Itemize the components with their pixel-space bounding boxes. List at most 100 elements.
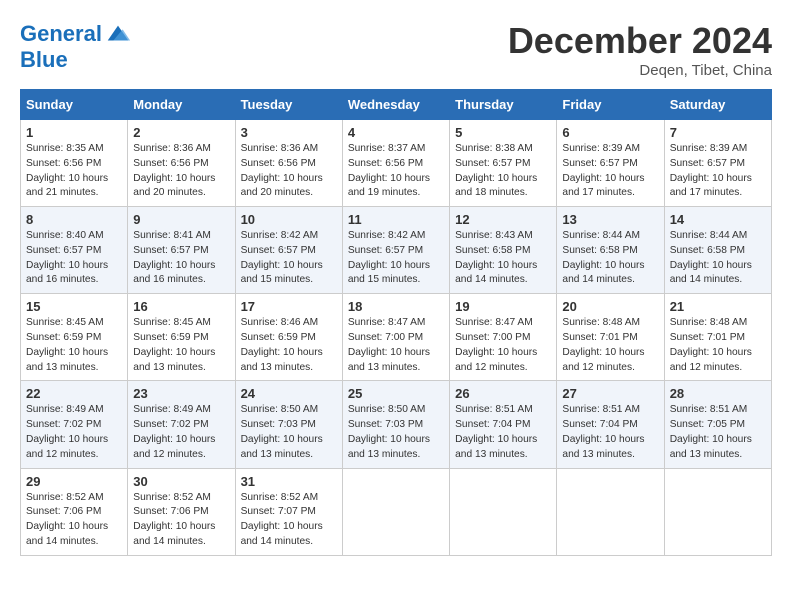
- logo: General Blue: [20, 20, 132, 72]
- calendar-cell: 2 Sunrise: 8:36 AMSunset: 6:56 PMDaylight…: [128, 120, 235, 207]
- cell-info: Sunrise: 8:44 AMSunset: 6:58 PMDaylight:…: [562, 229, 658, 288]
- cell-info: Sunrise: 8:52 AMSunset: 7:06 PMDaylight:…: [133, 491, 229, 550]
- cell-info: Sunrise: 8:48 AMSunset: 7:01 PMDaylight:…: [562, 316, 658, 375]
- cell-info: Sunrise: 8:47 AMSunset: 7:00 PMDaylight:…: [455, 316, 551, 375]
- calendar-table: SundayMondayTuesdayWednesdayThursdayFrid…: [20, 89, 772, 556]
- cell-info: Sunrise: 8:43 AMSunset: 6:58 PMDaylight:…: [455, 229, 551, 288]
- calendar-cell: 27Sunrise: 8:51 AMSunset: 7:04 PMDayligh…: [557, 381, 664, 468]
- day-number: 16: [133, 299, 229, 314]
- day-number: 22: [26, 386, 122, 401]
- cell-info: Sunrise: 8:38 AMSunset: 6:57 PMDaylight:…: [455, 142, 551, 201]
- day-number: 28: [670, 386, 766, 401]
- calendar-cell: 10 Sunrise: 8:42 AMSunset: 6:57 PMDayligh…: [235, 207, 342, 294]
- cell-info: Sunrise: 8:48 AMSunset: 7:01 PMDaylight:…: [670, 316, 766, 375]
- day-number: 3: [241, 125, 337, 140]
- calendar-cell: 17 Sunrise: 8:46 AMSunset: 6:59 PMDayligh…: [235, 294, 342, 381]
- weekday-header: Sunday: [21, 90, 128, 120]
- calendar-cell: 8 Sunrise: 8:40 AMSunset: 6:57 PMDaylight…: [21, 207, 128, 294]
- calendar-cell: 25 Sunrise: 8:50 AMSunset: 7:03 PMDayligh…: [342, 381, 449, 468]
- calendar-week-row: 8 Sunrise: 8:40 AMSunset: 6:57 PMDaylight…: [21, 207, 772, 294]
- day-number: 29: [26, 474, 122, 489]
- day-number: 5: [455, 125, 551, 140]
- calendar-cell: 23Sunrise: 8:49 AMSunset: 7:02 PMDayligh…: [128, 381, 235, 468]
- cell-info: Sunrise: 8:50 AMSunset: 7:03 PMDaylight:…: [241, 403, 337, 462]
- day-number: 2: [133, 125, 229, 140]
- calendar-week-row: 29 Sunrise: 8:52 AMSunset: 7:06 PMDayligh…: [21, 468, 772, 555]
- calendar-week-row: 15Sunrise: 8:45 AMSunset: 6:59 PMDayligh…: [21, 294, 772, 381]
- cell-info: Sunrise: 8:52 AMSunset: 7:07 PMDaylight:…: [241, 491, 337, 550]
- day-number: 31: [241, 474, 337, 489]
- calendar-cell: 1 Sunrise: 8:35 AMSunset: 6:56 PMDaylight…: [21, 120, 128, 207]
- weekday-header: Saturday: [664, 90, 771, 120]
- day-number: 1: [26, 125, 122, 140]
- calendar-cell: 26 Sunrise: 8:51 AMSunset: 7:04 PMDayligh…: [450, 381, 557, 468]
- day-number: 14: [670, 212, 766, 227]
- day-number: 20: [562, 299, 658, 314]
- day-number: 30: [133, 474, 229, 489]
- day-number: 26: [455, 386, 551, 401]
- cell-info: Sunrise: 8:42 AMSunset: 6:57 PMDaylight:…: [348, 229, 444, 288]
- day-number: 11: [348, 212, 444, 227]
- day-number: 23: [133, 386, 229, 401]
- logo-text: General: [20, 22, 102, 46]
- calendar-week-row: 1 Sunrise: 8:35 AMSunset: 6:56 PMDaylight…: [21, 120, 772, 207]
- calendar-cell: 20 Sunrise: 8:48 AMSunset: 7:01 PMDayligh…: [557, 294, 664, 381]
- cell-info: Sunrise: 8:37 AMSunset: 6:56 PMDaylight:…: [348, 142, 444, 201]
- calendar-cell: 13 Sunrise: 8:44 AMSunset: 6:58 PMDayligh…: [557, 207, 664, 294]
- calendar-cell: 21 Sunrise: 8:48 AMSunset: 7:01 PMDayligh…: [664, 294, 771, 381]
- calendar-week-row: 22 Sunrise: 8:49 AMSunset: 7:02 PMDayligh…: [21, 381, 772, 468]
- weekday-header: Monday: [128, 90, 235, 120]
- day-number: 21: [670, 299, 766, 314]
- day-number: 17: [241, 299, 337, 314]
- day-number: 19: [455, 299, 551, 314]
- cell-info: Sunrise: 8:41 AMSunset: 6:57 PMDaylight:…: [133, 229, 229, 288]
- day-number: 9: [133, 212, 229, 227]
- location: Deqen, Tibet, China: [508, 62, 772, 79]
- calendar-cell: 5 Sunrise: 8:38 AMSunset: 6:57 PMDaylight…: [450, 120, 557, 207]
- calendar-cell: [450, 468, 557, 555]
- cell-info: Sunrise: 8:42 AMSunset: 6:57 PMDaylight:…: [241, 229, 337, 288]
- weekday-header: Thursday: [450, 90, 557, 120]
- logo-text-blue: Blue: [20, 48, 132, 72]
- day-number: 10: [241, 212, 337, 227]
- calendar-cell: 28 Sunrise: 8:51 AMSunset: 7:05 PMDayligh…: [664, 381, 771, 468]
- month-title: December 2024: [508, 20, 772, 62]
- cell-info: Sunrise: 8:36 AMSunset: 6:56 PMDaylight:…: [133, 142, 229, 201]
- cell-info: Sunrise: 8:49 AMSunset: 7:02 PMDaylight:…: [26, 403, 122, 462]
- calendar-cell: 14Sunrise: 8:44 AMSunset: 6:58 PMDayligh…: [664, 207, 771, 294]
- cell-info: Sunrise: 8:47 AMSunset: 7:00 PMDaylight:…: [348, 316, 444, 375]
- weekday-header: Wednesday: [342, 90, 449, 120]
- weekday-header-row: SundayMondayTuesdayWednesdayThursdayFrid…: [21, 90, 772, 120]
- cell-info: Sunrise: 8:52 AMSunset: 7:06 PMDaylight:…: [26, 491, 122, 550]
- day-number: 13: [562, 212, 658, 227]
- cell-info: Sunrise: 8:39 AMSunset: 6:57 PMDaylight:…: [670, 142, 766, 201]
- cell-info: Sunrise: 8:50 AMSunset: 7:03 PMDaylight:…: [348, 403, 444, 462]
- logo-icon: [104, 20, 132, 48]
- cell-info: Sunrise: 8:40 AMSunset: 6:57 PMDaylight:…: [26, 229, 122, 288]
- calendar-cell: [342, 468, 449, 555]
- day-number: 25: [348, 386, 444, 401]
- day-number: 24: [241, 386, 337, 401]
- calendar-cell: 24 Sunrise: 8:50 AMSunset: 7:03 PMDayligh…: [235, 381, 342, 468]
- calendar-cell: 22 Sunrise: 8:49 AMSunset: 7:02 PMDayligh…: [21, 381, 128, 468]
- weekday-header: Friday: [557, 90, 664, 120]
- calendar-cell: [557, 468, 664, 555]
- cell-info: Sunrise: 8:51 AMSunset: 7:04 PMDaylight:…: [562, 403, 658, 462]
- calendar-cell: [664, 468, 771, 555]
- calendar-cell: 18Sunrise: 8:47 AMSunset: 7:00 PMDayligh…: [342, 294, 449, 381]
- calendar-cell: 19 Sunrise: 8:47 AMSunset: 7:00 PMDayligh…: [450, 294, 557, 381]
- calendar-cell: 3 Sunrise: 8:36 AMSunset: 6:56 PMDaylight…: [235, 120, 342, 207]
- cell-info: Sunrise: 8:36 AMSunset: 6:56 PMDaylight:…: [241, 142, 337, 201]
- cell-info: Sunrise: 8:45 AMSunset: 6:59 PMDaylight:…: [133, 316, 229, 375]
- calendar-cell: 29 Sunrise: 8:52 AMSunset: 7:06 PMDayligh…: [21, 468, 128, 555]
- day-number: 7: [670, 125, 766, 140]
- cell-info: Sunrise: 8:46 AMSunset: 6:59 PMDaylight:…: [241, 316, 337, 375]
- cell-info: Sunrise: 8:51 AMSunset: 7:05 PMDaylight:…: [670, 403, 766, 462]
- cell-info: Sunrise: 8:51 AMSunset: 7:04 PMDaylight:…: [455, 403, 551, 462]
- calendar-cell: 31 Sunrise: 8:52 AMSunset: 7:07 PMDayligh…: [235, 468, 342, 555]
- calendar-cell: 30 Sunrise: 8:52 AMSunset: 7:06 PMDayligh…: [128, 468, 235, 555]
- day-number: 12: [455, 212, 551, 227]
- day-number: 8: [26, 212, 122, 227]
- cell-info: Sunrise: 8:35 AMSunset: 6:56 PMDaylight:…: [26, 142, 122, 201]
- calendar-cell: 6Sunrise: 8:39 AMSunset: 6:57 PMDaylight…: [557, 120, 664, 207]
